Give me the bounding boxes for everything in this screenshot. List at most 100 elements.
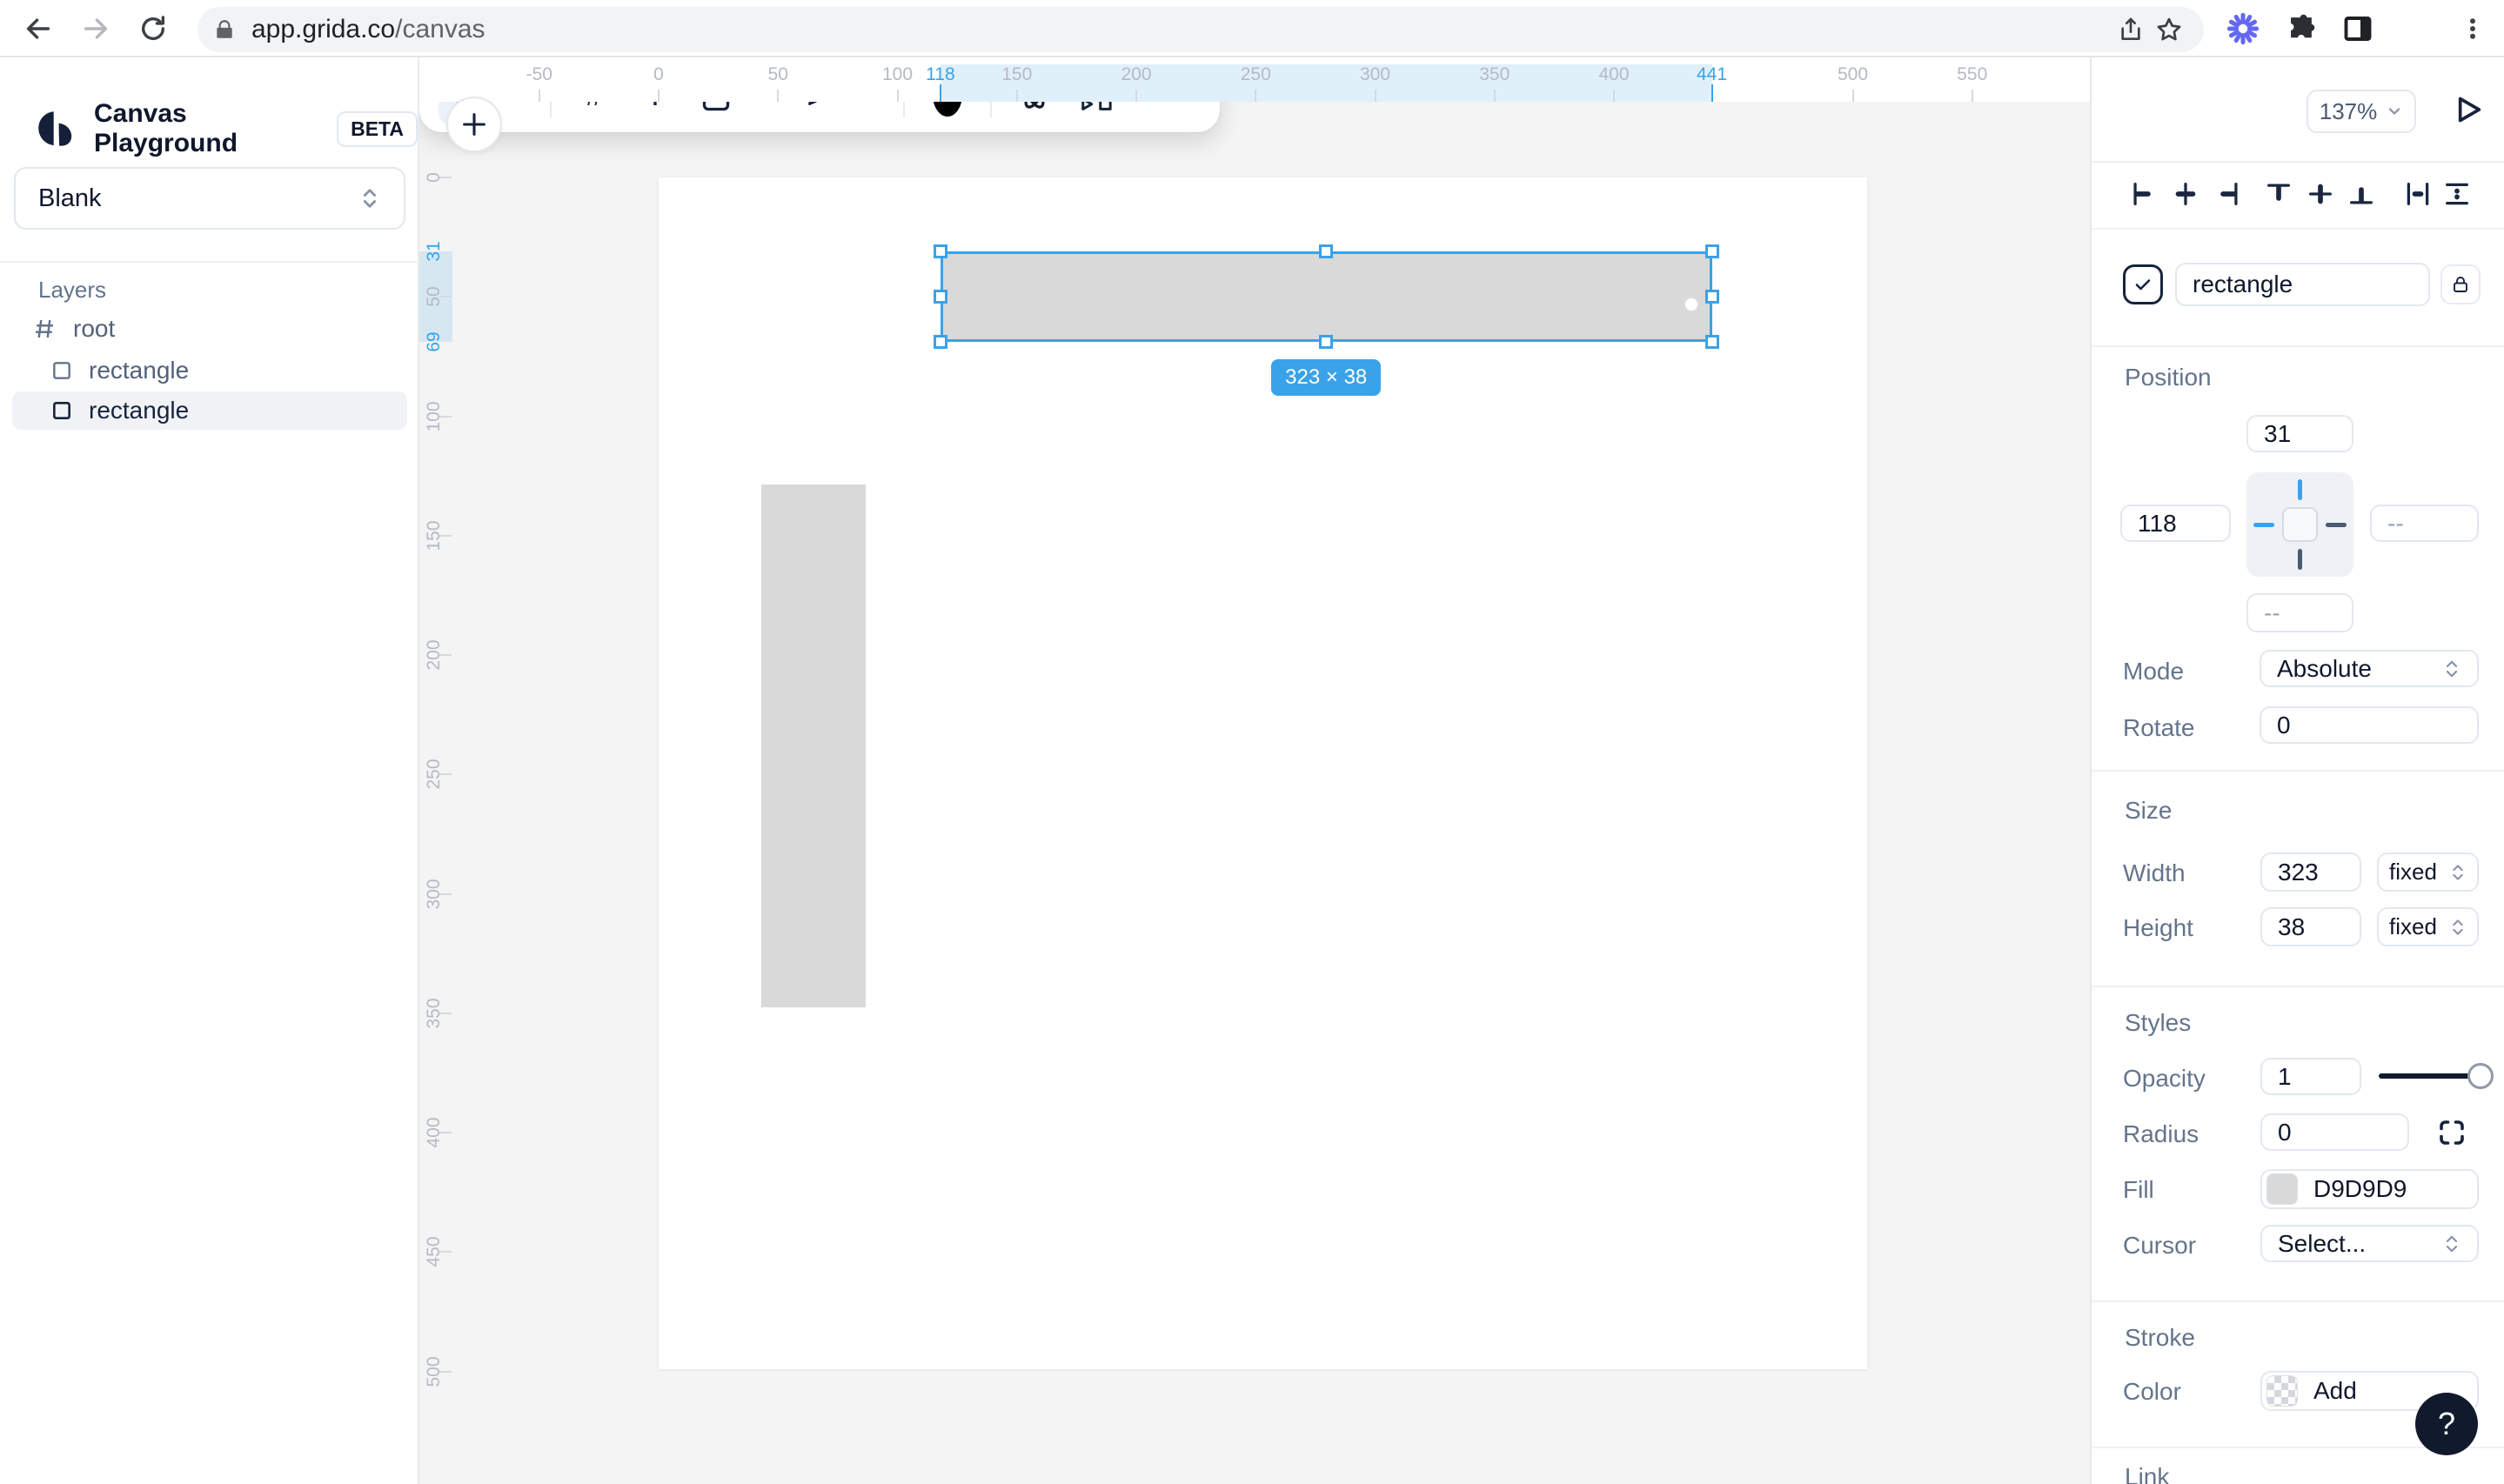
selection-handle[interactable]: [1704, 290, 1719, 304]
fill-swatch[interactable]: [2266, 1173, 2298, 1205]
selected-rectangle[interactable]: [940, 251, 1712, 343]
opacity-label: Opacity: [2123, 1065, 2206, 1092]
layer-item-rectangle-1[interactable]: rectangle: [50, 351, 405, 390]
help-button[interactable]: ?: [2415, 1393, 2478, 1455]
distribute-vertical-icon[interactable]: [2442, 179, 2472, 209]
kebab-menu-icon[interactable]: [2454, 10, 2492, 48]
height-mode-select[interactable]: fixed: [2377, 907, 2479, 946]
selection-handle[interactable]: [1704, 244, 1719, 259]
cursor-select[interactable]: Select...: [2260, 1225, 2479, 1262]
distribute-horizontal-icon[interactable]: [2403, 179, 2433, 209]
selection-handle[interactable]: [933, 290, 947, 304]
sidebar-divider: [0, 261, 419, 263]
avatar[interactable]: R: [2396, 10, 2434, 48]
ruler-tick: [658, 90, 659, 102]
template-select[interactable]: Blank: [14, 167, 405, 230]
selection-handle[interactable]: [1319, 335, 1334, 350]
ruler-label: 350: [1479, 64, 1510, 84]
back-icon[interactable]: [19, 10, 57, 48]
selection-handle[interactable]: [1319, 244, 1334, 259]
align-horizontal-center-icon[interactable]: [2171, 179, 2200, 209]
position-anchor-widget[interactable]: [2246, 472, 2353, 577]
ruler-tick: [1613, 90, 1615, 102]
chevron-up-down-icon: [358, 184, 381, 213]
position-top-input[interactable]: 31: [2246, 415, 2353, 452]
ruler-label: 100: [881, 64, 914, 84]
height-input[interactable]: 38: [2260, 907, 2361, 946]
screen: app.grida.co/canvas R Canvas Playground …: [0, 0, 2504, 1484]
panel-divider: [2092, 986, 2504, 987]
rotate-input[interactable]: 0: [2260, 706, 2479, 744]
ruler-label: 0: [653, 64, 664, 84]
link-heading: Link: [2125, 1463, 2170, 1484]
opacity-slider-knob[interactable]: [2467, 1063, 2494, 1089]
visibility-checkbox[interactable]: [2123, 264, 2163, 304]
radius-corners-icon[interactable]: [2436, 1117, 2467, 1148]
anchor-center-square: [2282, 507, 2318, 542]
height-label: Height: [2123, 914, 2193, 941]
align-bottom-icon[interactable]: [2347, 179, 2376, 209]
ruler-selection-label: 69: [424, 331, 444, 353]
ruler-tick: [439, 415, 452, 418]
zoom-level-button[interactable]: 137%: [2306, 90, 2416, 133]
width-input[interactable]: 323: [2260, 852, 2361, 892]
address-bar[interactable]: app.grida.co/canvas: [198, 7, 2204, 52]
mode-select[interactable]: Absolute: [2260, 650, 2479, 687]
lock-button[interactable]: [2440, 264, 2481, 304]
forward-icon[interactable]: [77, 10, 115, 48]
frame-hash-icon: [31, 316, 57, 342]
cursor-label: Cursor: [2123, 1232, 2197, 1259]
ruler-tick: [439, 1370, 452, 1373]
reload-icon[interactable]: [134, 10, 172, 48]
play-button[interactable]: [2450, 92, 2485, 127]
rectangle-layer-icon: [50, 399, 73, 422]
ruler-tick: [439, 892, 452, 895]
position-bottom-input[interactable]: --: [2246, 593, 2353, 632]
panel-divider: [2092, 228, 2504, 230]
stroke-color-label: Color: [2123, 1378, 2181, 1405]
extensions-puzzle-icon[interactable]: [2281, 10, 2320, 48]
opacity-slider[interactable]: [2379, 1073, 2481, 1079]
browser-chrome: app.grida.co/canvas R: [0, 0, 2504, 57]
selection-handle[interactable]: [1704, 335, 1719, 350]
add-node-button[interactable]: [446, 97, 502, 152]
opacity-input[interactable]: 1: [2260, 1058, 2361, 1095]
ruler-selection-tick: [1711, 84, 1713, 102]
lock-icon: [213, 18, 236, 41]
selection-handle[interactable]: [933, 244, 947, 259]
ruler-tick: [439, 1132, 452, 1133]
canvas-rectangle-unselected[interactable]: [761, 485, 866, 1007]
ruler-label: 300: [1359, 64, 1391, 84]
bookmark-star-icon[interactable]: [2150, 10, 2188, 49]
grida-logo-icon: [35, 109, 75, 149]
ruler-selection-tick: [939, 84, 941, 102]
radius-input[interactable]: 0: [2260, 1113, 2409, 1151]
fill-color-field[interactable]: D9D9D9: [2260, 1169, 2479, 1209]
size-heading: Size: [2125, 797, 2173, 824]
align-right-icon[interactable]: [2213, 179, 2242, 209]
node-name-input[interactable]: rectangle: [2175, 263, 2430, 306]
ruler-selection-label: 118: [926, 64, 955, 84]
position-left-input[interactable]: 118: [2120, 505, 2231, 542]
align-left-icon[interactable]: [2129, 179, 2159, 209]
ruler-tick: [1851, 90, 1854, 102]
canvas-area[interactable]: 323 × 38 # T: [419, 57, 2090, 1484]
panel-divider: [2092, 345, 2504, 347]
selection-handle[interactable]: [933, 335, 947, 350]
align-top-icon[interactable]: [2264, 179, 2293, 209]
layer-item-root[interactable]: root: [31, 310, 405, 348]
anchor-left-tick: [2253, 523, 2274, 527]
width-mode-select[interactable]: fixed: [2377, 852, 2479, 892]
beta-badge: BETA: [337, 110, 418, 147]
position-right-input[interactable]: --: [2370, 505, 2479, 542]
mode-label: Mode: [2123, 658, 2185, 685]
layer-item-rectangle-2-selected[interactable]: rectangle: [12, 391, 407, 430]
align-vertical-center-icon[interactable]: [2306, 179, 2335, 209]
ruler-tick: [439, 654, 452, 656]
ruler-tick: [439, 1012, 452, 1014]
share-icon[interactable]: [2112, 10, 2150, 49]
browser-sidebar-icon[interactable]: [2339, 10, 2377, 48]
corner-radius-handle[interactable]: [1683, 296, 1699, 312]
transparent-swatch: [2266, 1375, 2298, 1407]
extension-burst-icon[interactable]: [2224, 10, 2262, 48]
